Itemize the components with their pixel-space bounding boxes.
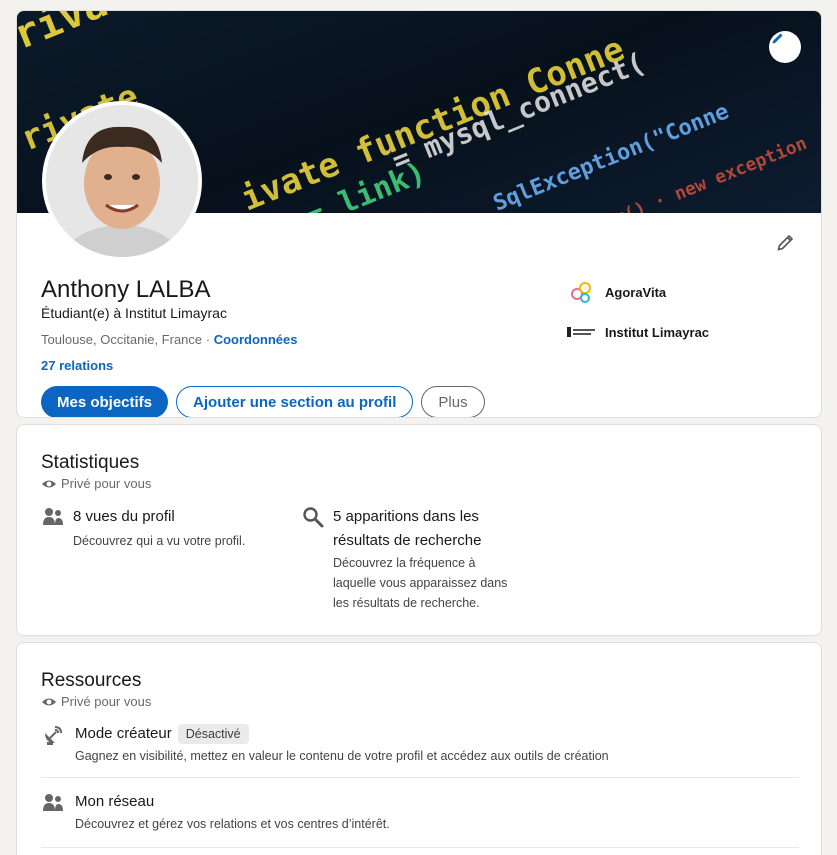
- stat-desc-line: les résultats de recherche.: [333, 596, 480, 610]
- divider: [41, 777, 799, 778]
- resources-title: Ressources: [41, 670, 142, 691]
- stat-desc-line: Découvrez la fréquence à: [333, 556, 476, 570]
- contact-info-link[interactable]: Coordonnées: [214, 332, 298, 347]
- edit-profile-button[interactable]: [773, 231, 797, 255]
- agoravita-logo-icon: [567, 278, 595, 306]
- stat-title-line: 5 apparitions dans les: [333, 508, 479, 525]
- satellite-dish-icon: [45, 726, 62, 745]
- stat-title: 8 vues du profil: [73, 508, 175, 525]
- organization-agoravita[interactable]: AgoraVita: [567, 278, 666, 306]
- resource-title: Mode créateur: [75, 725, 172, 742]
- profile-actions: Mes objectifs Ajouter une section au pro…: [41, 386, 485, 417]
- divider: [41, 847, 799, 848]
- resource-desc: Gagnez en visibilité, mettez en valeur l…: [75, 749, 609, 763]
- resource-desc: Découvrez et gérez vos relations et vos …: [75, 817, 390, 831]
- banner-code-line: private $cha: [17, 11, 270, 68]
- resources-card: Ressources Privé pour vous Mode créateur…: [16, 642, 822, 855]
- profile-card: private $cha private $link = n ivate fun…: [16, 10, 822, 418]
- profile-name: Anthony LALBA: [41, 276, 211, 303]
- resource-title: Mon réseau: [75, 793, 155, 810]
- stats-private-label: Privé pour vous: [41, 476, 151, 491]
- pencil-icon: [772, 33, 783, 44]
- resource-creator-mode[interactable]: Mode créateur Désactivé Gagnez en visibi…: [41, 723, 801, 763]
- profile-location: Toulouse, Occitanie, France: [41, 332, 203, 347]
- profile-location-line: Toulouse, Occitanie, France · Coordonnée…: [41, 332, 298, 347]
- eye-icon: [42, 480, 56, 487]
- profile-photo: [46, 105, 198, 257]
- institut-limayrac-logo-icon: [567, 318, 595, 346]
- resource-my-network[interactable]: Mon réseau Découvrez et gérez vos relati…: [41, 791, 801, 831]
- people-icon: [43, 794, 63, 811]
- organization-name: AgoraVita: [605, 284, 667, 300]
- organization-institut-limayrac[interactable]: Institut Limayrac: [567, 318, 709, 346]
- people-icon: [43, 508, 63, 525]
- location-separator: ·: [202, 332, 214, 347]
- organization-name: Institut Limayrac: [605, 324, 710, 340]
- stat-desc-line: laquelle vous apparaissez dans: [333, 576, 508, 590]
- stat-search-appearances[interactable]: 5 apparitions dans les résultats de rech…: [301, 505, 507, 613]
- add-profile-section-button[interactable]: Ajouter une section au profil: [176, 386, 414, 417]
- stat-desc: Découvrez qui a vu votre profil.: [73, 534, 246, 548]
- profile-headline: Étudiant(e) à Institut Limayrac: [41, 305, 227, 321]
- edit-banner-button[interactable]: [769, 31, 801, 63]
- status-badge: Désactivé: [177, 724, 249, 744]
- stats-title: Statistiques: [41, 452, 140, 473]
- goals-button[interactable]: Mes objectifs: [41, 386, 169, 417]
- pencil-icon: [777, 234, 794, 251]
- stats-card: Statistiques Privé pour vous 8 vues du p…: [16, 424, 822, 636]
- relations-link[interactable]: 27 relations: [41, 358, 113, 373]
- stat-title-line: résultats de recherche: [333, 532, 482, 549]
- avatar[interactable]: [42, 101, 202, 261]
- search-icon: [303, 507, 324, 528]
- more-button[interactable]: Plus: [421, 386, 485, 417]
- resources-private-label: Privé pour vous: [41, 694, 151, 709]
- eye-icon: [42, 698, 56, 705]
- stat-profile-views[interactable]: 8 vues du profil Découvrez qui a vu votr…: [41, 505, 245, 551]
